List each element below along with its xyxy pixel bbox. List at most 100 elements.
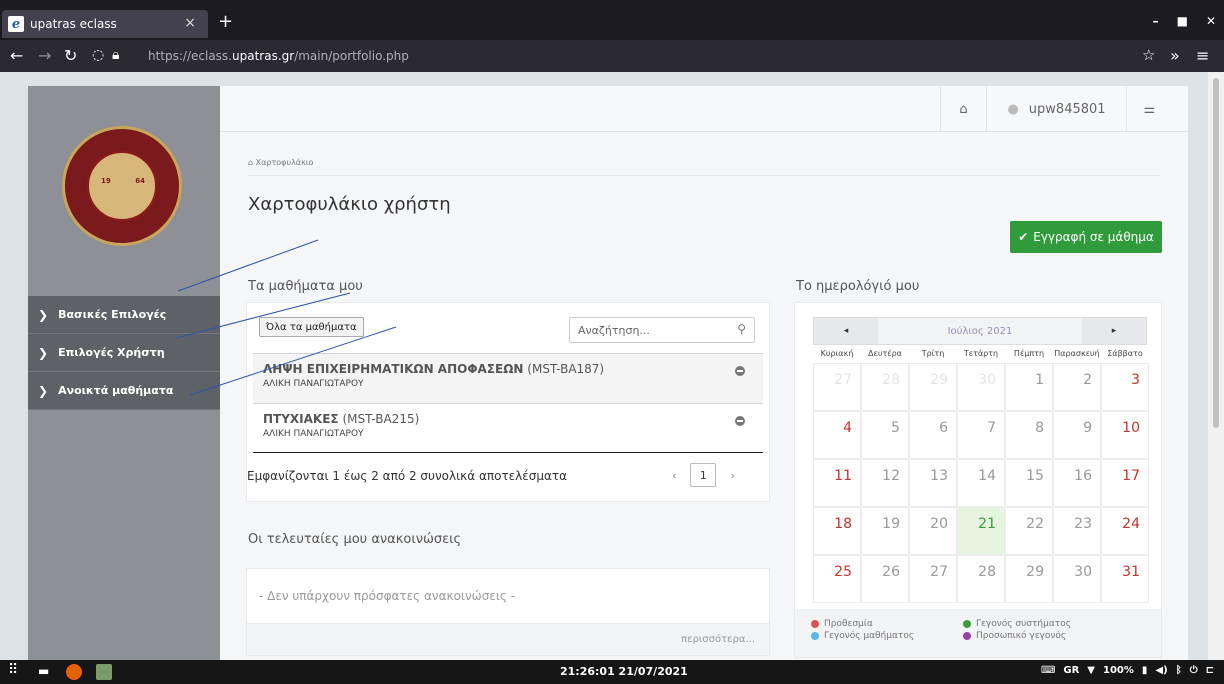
calendar-day[interactable]: 4 bbox=[813, 411, 861, 459]
firefox-icon[interactable] bbox=[66, 664, 82, 680]
calendar-day[interactable]: 10 bbox=[1101, 411, 1149, 459]
weekday-label: Τρίτη bbox=[921, 349, 945, 358]
calendar-day[interactable]: 14 bbox=[957, 459, 1005, 507]
menu-icon[interactable]: ≡ bbox=[1196, 46, 1209, 65]
university-seal-logo: 19 64 bbox=[62, 126, 182, 246]
wifi-icon[interactable]: ▼ bbox=[1087, 665, 1095, 676]
legend-item: Προσωπικό γεγονός bbox=[963, 631, 1066, 641]
window-controls: – ■ ✕ bbox=[1153, 14, 1216, 28]
sidebar-item-basic-options[interactable]: ❯ Βασικές Επιλογές bbox=[28, 296, 220, 334]
calendar-day[interactable]: 29 bbox=[1005, 555, 1053, 603]
browser-tab[interactable]: e upatras eclass × bbox=[2, 10, 208, 38]
unregister-icon[interactable] bbox=[735, 366, 745, 376]
sidebar-item-user-options[interactable]: ❯ Επιλογές Χρήστη bbox=[28, 334, 220, 372]
weekday-label: Πέμπτη bbox=[1013, 349, 1045, 358]
calendar-day[interactable]: 13 bbox=[909, 459, 957, 507]
system-tray: ⌨ GR ▼ 100% ▮ ◀) ᛒ ⏻ ⊏ bbox=[1041, 665, 1214, 676]
folder-icon[interactable]: ▬ bbox=[38, 664, 54, 680]
pager-prev-button[interactable]: ‹ bbox=[672, 469, 676, 482]
calendar-day[interactable]: 28 bbox=[861, 363, 909, 411]
more-announcements-link[interactable]: περισσότερα... bbox=[681, 634, 755, 645]
breadcrumb-link[interactable]: Χαρτοφυλάκιο bbox=[256, 158, 314, 167]
calendar-day[interactable]: 19 bbox=[861, 507, 909, 555]
sidebar-item-open-courses[interactable]: ❯ Ανοικτά μαθήματα bbox=[28, 372, 220, 410]
my-courses-heading: Τα μαθήματα μου bbox=[248, 279, 363, 294]
calendar-day[interactable]: 6 bbox=[909, 411, 957, 459]
check-icon: ✔ bbox=[1018, 230, 1029, 244]
app-grid-icon[interactable]: ⠿ bbox=[8, 662, 24, 678]
new-tab-button[interactable]: + bbox=[218, 11, 233, 32]
calendar-day[interactable]: 30 bbox=[957, 363, 1005, 411]
user-menu[interactable]: ● upw845801 bbox=[986, 86, 1126, 132]
logout-icon[interactable]: ⊏ bbox=[1206, 665, 1214, 676]
lock-icon[interactable]: 🔒︎ bbox=[112, 47, 119, 63]
address-bar[interactable]: https://eclass.upatras.gr/main/portfolio… bbox=[148, 49, 409, 63]
page-scrollbar[interactable] bbox=[1208, 72, 1224, 660]
calendar-day[interactable]: 24 bbox=[1101, 507, 1149, 555]
maximize-icon[interactable]: ■ bbox=[1177, 14, 1188, 28]
calendar-day[interactable]: 27 bbox=[909, 555, 957, 603]
course-search-input[interactable]: Αναζήτηση... ⚲ bbox=[569, 317, 755, 343]
keyboard-layout[interactable]: GR bbox=[1063, 665, 1079, 676]
settings-sliders-icon[interactable]: ⚌ bbox=[1126, 86, 1172, 132]
legend-item: Γεγονός μαθήματος bbox=[811, 631, 914, 641]
keyboard-icon[interactable]: ⌨ bbox=[1041, 665, 1055, 676]
reload-icon[interactable]: ↻ bbox=[64, 46, 77, 65]
calendar-day[interactable]: 5 bbox=[861, 411, 909, 459]
my-courses-panel: Όλα τα μαθήματα Αναζήτηση... ⚲ ΛΗΨΗ ΕΠΙΧ… bbox=[246, 302, 770, 502]
calendar-day[interactable]: 12 bbox=[861, 459, 909, 507]
calendar-day[interactable]: 31 bbox=[1101, 555, 1149, 603]
calendar-day[interactable]: 1 bbox=[1005, 363, 1053, 411]
weekday-label: Τετάρτη bbox=[963, 349, 999, 358]
scrollbar-thumb[interactable] bbox=[1213, 78, 1219, 428]
file-manager-icon[interactable] bbox=[96, 664, 112, 680]
calendar-day[interactable]: 22 bbox=[1005, 507, 1053, 555]
calendar-day[interactable]: 25 bbox=[813, 555, 861, 603]
calendar-next-button[interactable]: ▸ bbox=[1082, 318, 1146, 344]
close-window-icon[interactable]: ✕ bbox=[1206, 14, 1216, 28]
calendar-day[interactable]: 17 bbox=[1101, 459, 1149, 507]
calendar-day[interactable]: 8 bbox=[1005, 411, 1053, 459]
all-courses-button[interactable]: Όλα τα μαθήματα bbox=[259, 317, 364, 337]
home-icon[interactable]: ⌂ bbox=[940, 86, 986, 132]
enroll-course-button[interactable]: ✔ Εγγραφή σε μάθημα bbox=[1010, 221, 1162, 253]
overflow-chevron-icon[interactable]: » bbox=[1170, 46, 1180, 65]
calendar-day[interactable]: 2 bbox=[1053, 363, 1101, 411]
calendar-day[interactable]: 20 bbox=[909, 507, 957, 555]
calendar-prev-button[interactable]: ◂ bbox=[814, 318, 878, 344]
calendar-day[interactable]: 11 bbox=[813, 459, 861, 507]
battery-icon[interactable]: ▮ bbox=[1142, 665, 1148, 676]
calendar-day[interactable]: 28 bbox=[957, 555, 1005, 603]
calendar-day[interactable]: 18 bbox=[813, 507, 861, 555]
calendar-day[interactable]: 27 bbox=[813, 363, 861, 411]
unregister-icon[interactable] bbox=[735, 416, 745, 426]
calendar-day[interactable]: 7 bbox=[957, 411, 1005, 459]
forward-icon[interactable]: → bbox=[38, 46, 51, 65]
course-row[interactable]: ΛΗΨΗ ΕΠΙΧΕΙΡΗΜΑΤΙΚΩΝ ΑΠΟΦΑΣΕΩΝ (MST-BA18… bbox=[253, 353, 763, 403]
calendar-day[interactable]: 16 bbox=[1053, 459, 1101, 507]
pager-current-page[interactable]: 1 bbox=[690, 463, 717, 487]
calendar-day[interactable]: 9 bbox=[1053, 411, 1101, 459]
pager-next-button[interactable]: › bbox=[730, 469, 734, 482]
calendar-day[interactable]: 15 bbox=[1005, 459, 1053, 507]
bookmark-star-icon[interactable]: ☆ bbox=[1142, 46, 1155, 64]
power-icon[interactable]: ⏻ bbox=[1190, 665, 1198, 676]
calendar-day[interactable]: 30 bbox=[1053, 555, 1101, 603]
shield-icon[interactable]: ◌ bbox=[92, 47, 104, 63]
page-title: Χαρτοφυλάκιο χρήστη bbox=[248, 194, 451, 215]
course-row[interactable]: ΠΤΥΧΙΑΚΕΣ (MST-BA215) ΑΛΙΚΗ ΠΑΝΑΓΙΩΤΑΡΟΥ bbox=[253, 403, 763, 453]
battery-level[interactable]: 100% bbox=[1103, 665, 1134, 676]
tab-close-icon[interactable]: × bbox=[184, 15, 196, 31]
volume-icon[interactable]: ◀) bbox=[1155, 665, 1167, 676]
calendar-day[interactable]: 21 bbox=[957, 507, 1005, 555]
bluetooth-icon[interactable]: ᛒ bbox=[1176, 665, 1182, 676]
calendar-day[interactable]: 29 bbox=[909, 363, 957, 411]
announcements-panel: - Δεν υπάρχουν πρόσφατες ανακοινώσεις - … bbox=[246, 568, 770, 656]
calendar-day[interactable]: 26 bbox=[861, 555, 909, 603]
calendar-day[interactable]: 23 bbox=[1053, 507, 1101, 555]
calendar-day[interactable]: 3 bbox=[1101, 363, 1149, 411]
back-icon[interactable]: ← bbox=[10, 46, 23, 65]
minimize-icon[interactable]: – bbox=[1153, 14, 1159, 28]
weekday-label: Σάββατο bbox=[1107, 349, 1143, 358]
calendar-panel: ◂ Ιούλιος 2021 ▸ Κυριακή Δευτέρα Τρίτη Τετά… bbox=[794, 302, 1162, 658]
